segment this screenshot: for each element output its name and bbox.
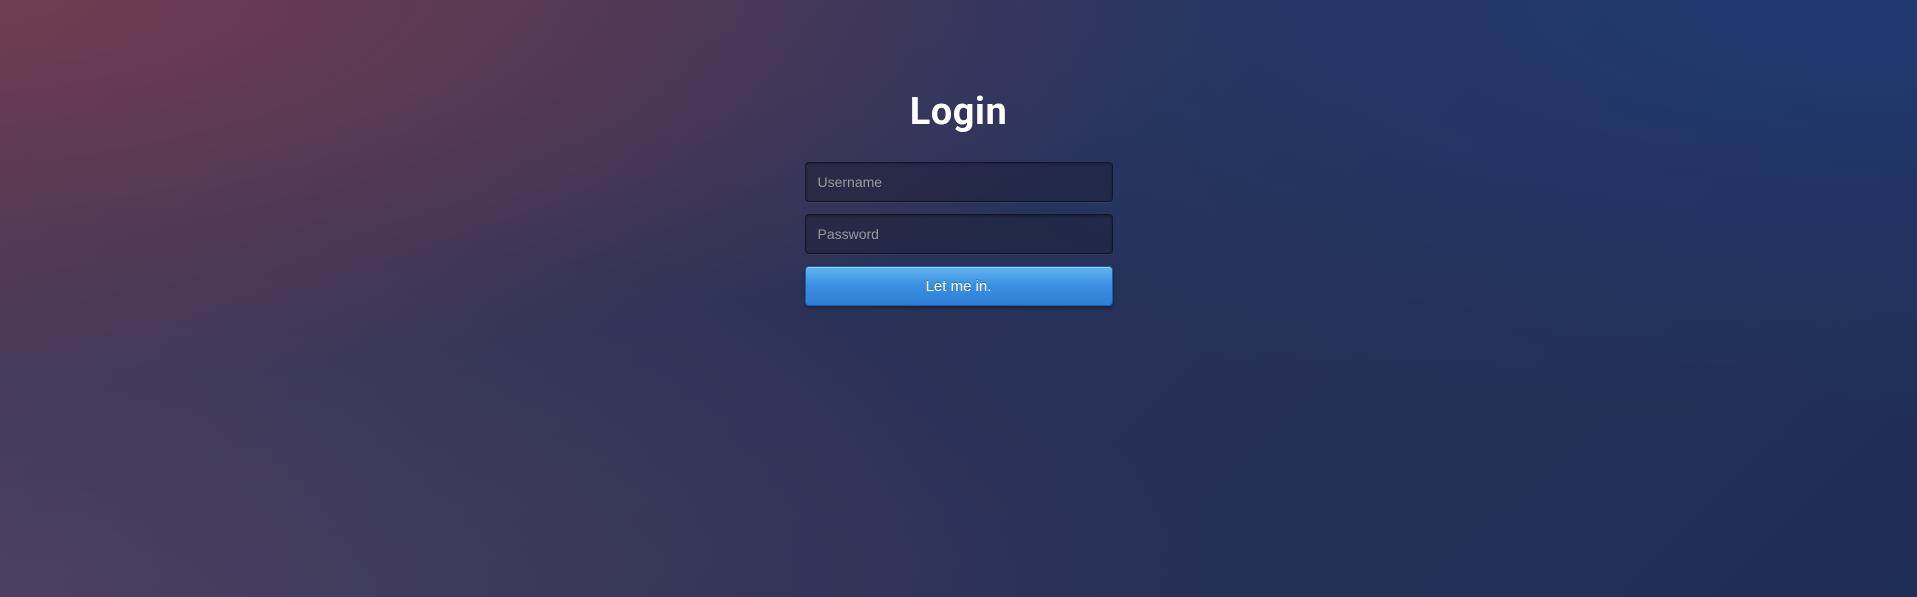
login-panel: Login Let me in. (789, 90, 1129, 306)
username-input[interactable] (805, 162, 1113, 202)
submit-button[interactable]: Let me in. (805, 266, 1113, 306)
login-title: Login (910, 90, 1008, 134)
login-form: Let me in. (805, 162, 1113, 306)
password-input[interactable] (805, 214, 1113, 254)
